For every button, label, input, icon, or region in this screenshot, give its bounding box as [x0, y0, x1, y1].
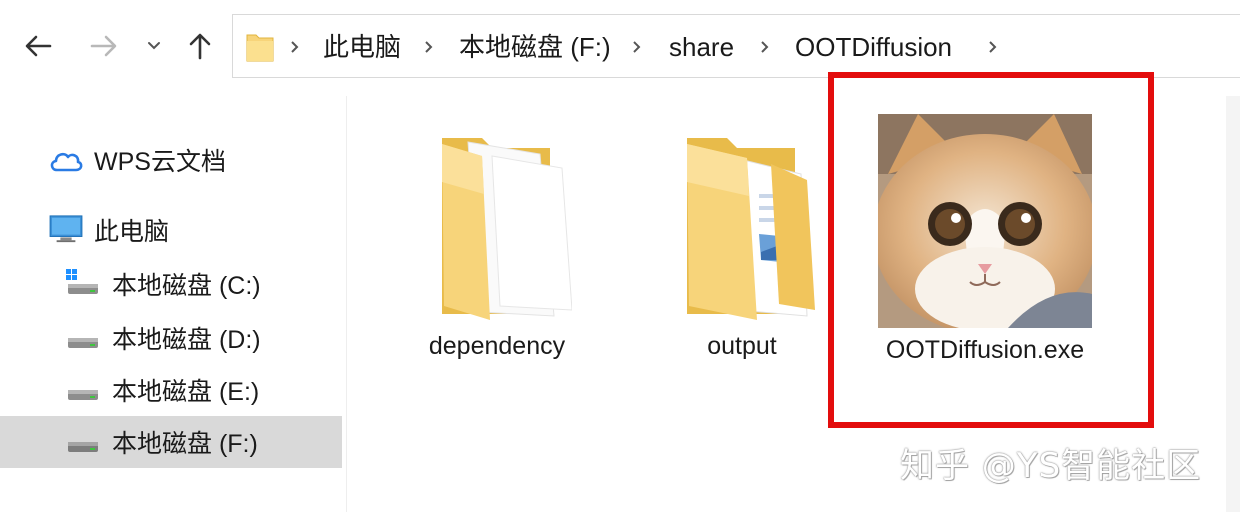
- navigation-pane: WPS云文档 此电脑 本地磁盘 (C:) 本地磁盘 (D:) 本地磁盘 (E:)…: [0, 120, 346, 512]
- recent-locations-button[interactable]: [136, 26, 172, 66]
- folder-output[interactable]: output: [652, 134, 832, 364]
- sidebar-item-wps-cloud[interactable]: WPS云文档: [0, 134, 342, 186]
- forward-button[interactable]: [84, 26, 124, 66]
- sidebar-item-label: 本地磁盘 (C:): [112, 272, 261, 300]
- breadcrumb-share[interactable]: share: [669, 31, 734, 63]
- drive-icon: [68, 338, 98, 348]
- sidebar-item-label: 本地磁盘 (E:): [112, 378, 260, 406]
- drive-icon: [68, 390, 98, 400]
- sidebar-item-label: WPS云文档: [94, 148, 226, 176]
- chevron-down-icon: [148, 42, 160, 50]
- sidebar-item-drive-f[interactable]: 本地磁盘 (F:): [0, 416, 342, 468]
- file-name: output: [707, 332, 777, 360]
- sidebar-item-label: 本地磁盘 (D:): [112, 326, 261, 354]
- sidebar-item-drive-e[interactable]: 本地磁盘 (E:): [0, 364, 342, 416]
- sidebar-item-label: 此电脑: [94, 218, 170, 246]
- computer-icon: [49, 215, 83, 243]
- arrow-up-icon: [189, 33, 211, 60]
- breadcrumb-separator-icon: [287, 31, 303, 63]
- folder-icon: [442, 138, 572, 320]
- folder-icon: [246, 34, 274, 62]
- up-button[interactable]: [180, 26, 220, 66]
- system-drive-icon: [66, 269, 98, 294]
- breadcrumb-this-pc[interactable]: 此电脑: [323, 31, 401, 63]
- breadcrumb-separator-icon: [757, 31, 773, 63]
- sidebar-item-drive-c[interactable]: 本地磁盘 (C:): [0, 258, 342, 310]
- sidebar-item-label: 本地磁盘 (F:): [112, 430, 258, 458]
- cloud-icon: [50, 152, 83, 172]
- sidebar-item-drive-d[interactable]: 本地磁盘 (D:): [0, 312, 342, 364]
- breadcrumb-ootdiffusion[interactable]: OOTDiffusion: [795, 31, 952, 63]
- arrow-right-icon: [90, 35, 117, 57]
- file-name: dependency: [428, 332, 566, 360]
- folder-dependency[interactable]: dependency: [407, 134, 587, 364]
- scrollbar-track[interactable]: [1226, 96, 1240, 512]
- back-button[interactable]: [18, 26, 58, 66]
- highlight-box: [828, 72, 1154, 428]
- watermark: 知乎 @YS智能社区: [900, 446, 1202, 486]
- breadcrumb-separator-icon: [985, 31, 1001, 63]
- drive-icon: [68, 442, 98, 452]
- arrow-left-icon: [25, 35, 52, 57]
- breadcrumb-drive-f[interactable]: 本地磁盘 (F:): [459, 31, 611, 63]
- breadcrumb-separator-icon: [421, 31, 437, 63]
- breadcrumb-separator-icon: [629, 31, 645, 63]
- sidebar-item-this-pc[interactable]: 此电脑: [0, 204, 342, 256]
- folder-icon: [687, 138, 815, 320]
- address-bar[interactable]: 此电脑 本地磁盘 (F:) share OOTDiffusion: [232, 14, 1240, 78]
